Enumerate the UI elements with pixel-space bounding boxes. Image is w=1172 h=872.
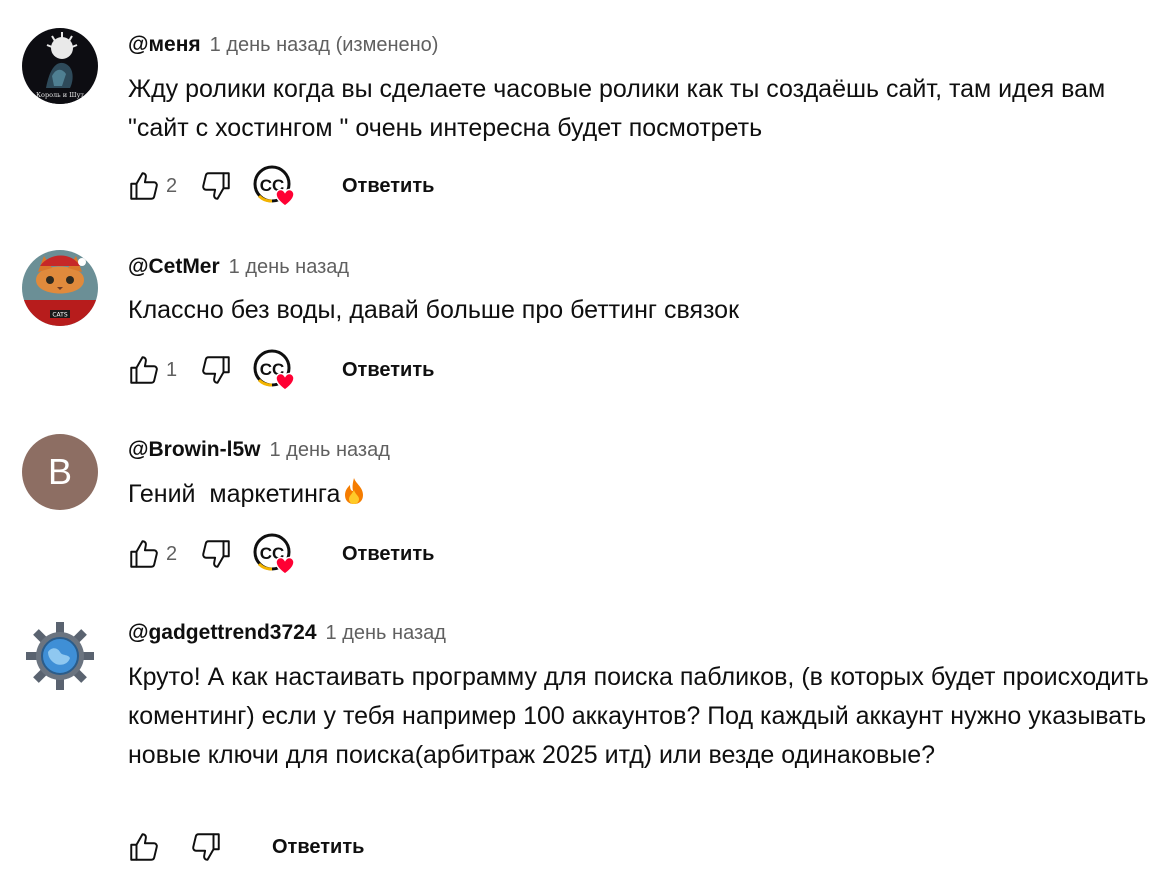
comment-actions: Ответить — [124, 822, 364, 872]
avatar-letter: B — [47, 451, 72, 492]
comment-header: @CetMer 1 день назад — [128, 255, 349, 283]
fire-emoji-icon — [342, 477, 366, 517]
reply-button[interactable]: Ответить — [342, 543, 434, 566]
comment-author[interactable]: @CetMer — [128, 255, 220, 279]
thumbs-down-icon — [192, 833, 220, 861]
comment-text: Жду ролики когда вы сделаете часовые рол… — [128, 75, 1106, 142]
comment-text: Круто! А как настаивать программу для по… — [128, 663, 1149, 769]
thumbs-up-icon — [130, 172, 158, 200]
comment-text: Гений маркетинга — [128, 475, 1158, 517]
like-button[interactable] — [124, 350, 164, 390]
avatar[interactable]: Король и Шут — [22, 28, 98, 104]
dislike-button[interactable] — [196, 166, 236, 206]
creator-heart-icon: CC — [253, 533, 295, 575]
like-count: 2 — [166, 542, 178, 565]
dislike-button[interactable] — [196, 350, 236, 390]
thumbs-down-icon — [202, 540, 230, 568]
comment-actions: 1 CC Ответить — [124, 345, 434, 395]
reply-button[interactable]: Ответить — [272, 836, 364, 859]
like-button[interactable] — [124, 534, 164, 574]
avatar[interactable]: CATS — [22, 250, 98, 326]
creator-heart-badge: CC — [250, 162, 298, 210]
comment-timestamp[interactable]: 1 день назад (изменено) — [210, 34, 439, 57]
comment-timestamp[interactable]: 1 день назад — [229, 256, 349, 279]
avatar-logo-text: CATS — [52, 312, 67, 319]
comment-author[interactable]: @меня — [128, 33, 201, 57]
thumbs-down-icon — [202, 356, 230, 384]
comment-text-content: Гений маркетинга — [128, 480, 341, 508]
comment-header: @меня 1 день назад (изменено) — [128, 33, 438, 61]
like-button[interactable] — [124, 166, 164, 206]
avatar[interactable] — [22, 618, 98, 694]
like-button[interactable] — [124, 827, 164, 867]
dislike-button[interactable] — [196, 534, 236, 574]
avatar-logo-text: Король и Шут — [36, 91, 84, 99]
comment-header: @gadgettrend3724 1 день назад — [128, 621, 446, 649]
avatar[interactable]: B — [22, 434, 98, 510]
like-count: 2 — [166, 174, 178, 197]
comment-text: Классно без воды, давай больше про бетти… — [128, 296, 740, 324]
thumbs-up-icon — [130, 356, 158, 384]
comment-actions: 2 CC Ответить — [124, 161, 434, 211]
reply-button[interactable]: Ответить — [342, 359, 434, 382]
comment-author[interactable]: @Browin-l5w — [128, 438, 260, 462]
creator-heart-icon: CC — [253, 165, 295, 207]
like-count: 1 — [166, 358, 178, 381]
dislike-button[interactable] — [186, 827, 226, 867]
thumbs-down-icon — [202, 172, 230, 200]
creator-heart-badge: CC — [250, 346, 298, 394]
reply-button[interactable]: Ответить — [342, 175, 434, 198]
comment-author[interactable]: @gadgettrend3724 — [128, 621, 317, 645]
thumbs-up-icon — [130, 540, 158, 568]
creator-heart-badge: CC — [250, 530, 298, 578]
comment-header: @Browin-l5w 1 день назад — [128, 438, 390, 466]
comment-actions: 2 CC Ответить — [124, 529, 434, 579]
comment-timestamp[interactable]: 1 день назад — [269, 439, 389, 462]
comment-timestamp[interactable]: 1 день назад — [326, 622, 446, 645]
creator-heart-icon: CC — [253, 349, 295, 391]
thumbs-up-icon — [130, 833, 158, 861]
